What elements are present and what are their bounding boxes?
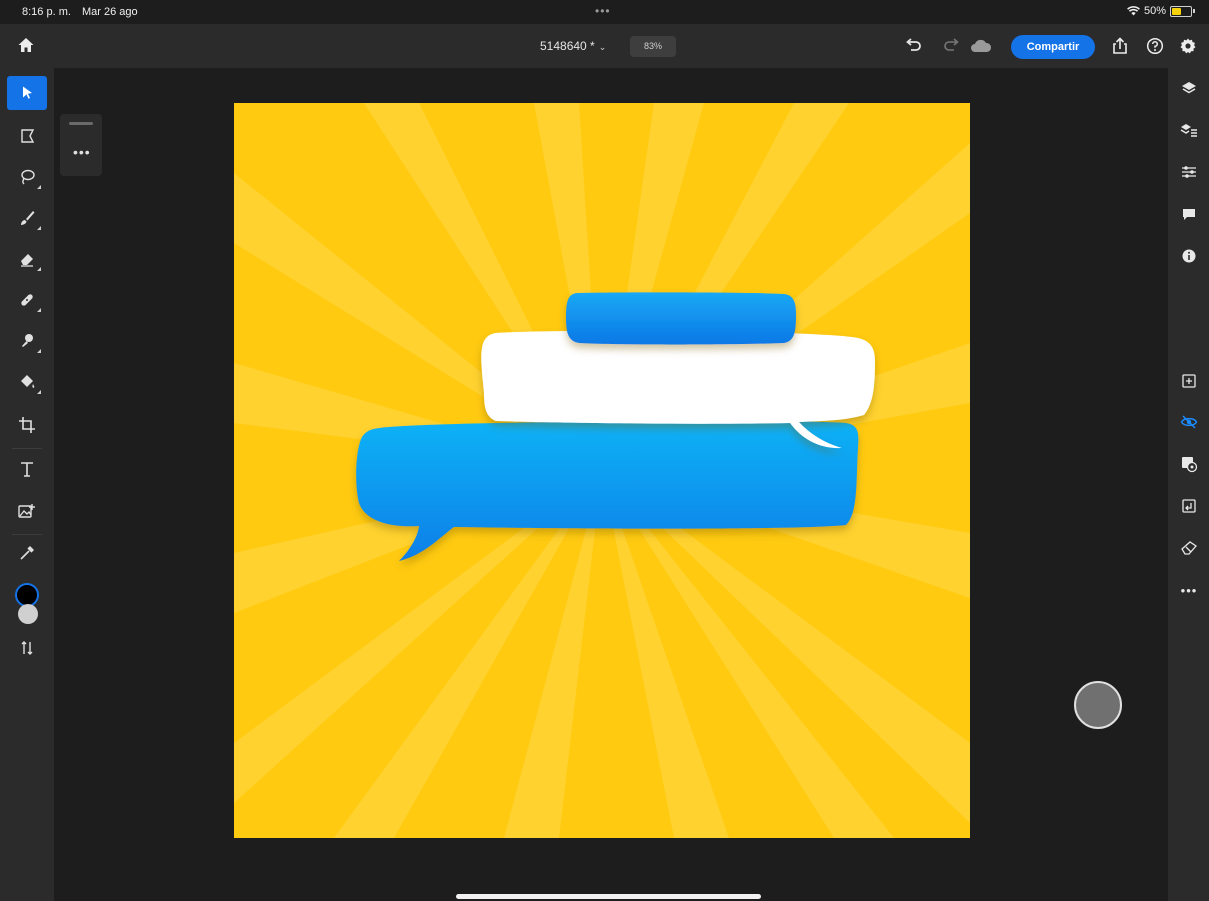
document-canvas[interactable] (234, 103, 970, 838)
bandage-icon (21, 294, 33, 306)
eraser-tool[interactable] (7, 242, 47, 276)
document-title: 5148640 * (540, 39, 595, 53)
home-indicator[interactable] (456, 894, 761, 899)
mask-icon[interactable] (1177, 452, 1201, 476)
blue-header-tab[interactable] (566, 292, 796, 345)
share-button[interactable]: Compartir (1011, 35, 1095, 59)
lasso-icon (21, 169, 35, 185)
more-icon[interactable]: ••• (1177, 578, 1201, 602)
eyedropper-icon (20, 546, 34, 560)
toolbar-divider (12, 448, 42, 449)
more-options-icon[interactable]: ••• (73, 144, 91, 160)
left-toolbar (0, 68, 54, 901)
layer-properties-icon[interactable] (1177, 118, 1201, 142)
status-indicators: 50% (1127, 5, 1195, 17)
status-bar: 8:16 p. m. Mar 26 ago ••• 50% (0, 0, 1209, 24)
move-tool[interactable] (7, 76, 47, 110)
zoom-level[interactable]: 83% (630, 36, 676, 57)
brush-tool[interactable] (7, 201, 47, 235)
select-arrow-icon (23, 86, 32, 99)
background-color-swatch[interactable] (18, 604, 38, 624)
eraser-layer-icon[interactable] (1177, 536, 1201, 560)
swap-colors-button[interactable] (7, 631, 47, 665)
multitasking-dots-icon[interactable]: ••• (595, 4, 611, 18)
place-image-tool[interactable] (7, 494, 47, 528)
clone-stamp-tool[interactable] (7, 324, 47, 358)
transform-icon (21, 129, 35, 143)
cloud-icon[interactable] (970, 35, 992, 57)
panel-drag-handle[interactable] (69, 122, 93, 125)
battery-icon (1170, 5, 1192, 17)
document-title-menu[interactable]: 5148640 * ⌄ (540, 39, 606, 53)
lasso-tool[interactable] (7, 160, 47, 194)
top-bar: 5148640 * ⌄ 83% Compartir (0, 24, 1209, 68)
stamp-icon (22, 334, 33, 347)
chevron-down-icon: ⌄ (598, 42, 607, 52)
swap-arrows-icon (21, 641, 33, 655)
paint-bucket-icon (21, 375, 35, 388)
adjustments-icon[interactable] (1177, 160, 1201, 184)
eraser-icon (21, 254, 33, 267)
layer-arrange-icon[interactable] (1177, 494, 1201, 518)
status-date: Mar 26 ago (82, 6, 138, 18)
crop-icon (19, 417, 35, 433)
home-icon[interactable] (17, 36, 39, 58)
redo-icon[interactable] (940, 35, 962, 57)
wifi-icon (1127, 6, 1140, 16)
brush-icon (21, 211, 35, 225)
battery-percent: 50% (1143, 5, 1166, 17)
image-add-icon (18, 504, 35, 518)
share-export-icon[interactable] (1109, 35, 1131, 57)
crop-tool[interactable] (7, 408, 47, 442)
status-time: 8:16 p. m. (22, 6, 71, 18)
layers-icon[interactable] (1177, 76, 1201, 100)
floating-panel[interactable]: ••• (60, 114, 102, 176)
transform-tool[interactable] (7, 119, 47, 153)
help-icon[interactable] (1144, 35, 1166, 57)
info-icon[interactable] (1177, 244, 1201, 268)
type-icon (21, 462, 33, 477)
settings-icon[interactable] (1177, 35, 1199, 57)
touch-shortcut-button[interactable] (1074, 681, 1122, 729)
eyedropper-tool[interactable] (7, 536, 47, 570)
paint-bucket-tool[interactable] (7, 365, 47, 399)
visibility-icon[interactable] (1177, 410, 1201, 434)
add-layer-icon[interactable] (1177, 369, 1201, 393)
healing-tool[interactable] (7, 283, 47, 317)
toolbar-divider (12, 534, 42, 535)
type-tool[interactable] (7, 452, 47, 486)
canvas-artwork (234, 103, 970, 838)
comments-icon[interactable] (1177, 202, 1201, 226)
undo-icon[interactable] (903, 35, 925, 57)
right-toolbar: ••• (1168, 68, 1209, 901)
